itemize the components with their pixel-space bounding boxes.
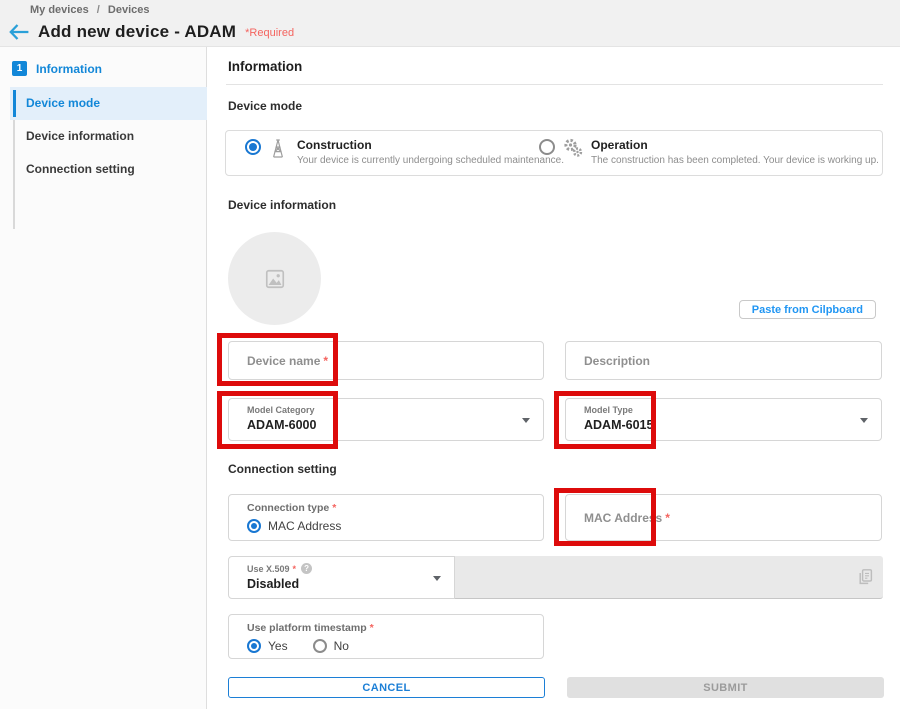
yes-option-label: Yes — [268, 639, 288, 653]
connection-type-required-asterisk: * — [332, 502, 336, 514]
chevron-down-icon — [860, 418, 868, 423]
sidebar-item-connection-setting[interactable]: Connection setting — [10, 153, 207, 186]
radio-mac-address-selected[interactable] — [247, 519, 261, 533]
mode-construction-label: Construction — [297, 138, 564, 152]
device-image-upload[interactable] — [228, 232, 321, 325]
use-x509-value: Disabled — [247, 577, 454, 591]
step-number-badge: 1 — [12, 61, 27, 76]
model-category-select[interactable]: Model Category ADAM-6000 — [228, 398, 544, 441]
radio-no-unselected[interactable] — [313, 639, 327, 653]
platform-timestamp-label: Use platform timestamp — [247, 622, 367, 634]
model-type-select[interactable]: Model Type ADAM-6015 — [565, 398, 882, 441]
mode-option-operation[interactable]: Operation The construction has been comp… — [539, 138, 879, 166]
device-mode-heading: Device mode — [228, 99, 302, 113]
mode-operation-label: Operation — [591, 138, 879, 152]
model-category-label: Model Category — [247, 405, 543, 415]
connection-type-group: Connection type * MAC Address — [228, 494, 544, 541]
description-placeholder: Description — [584, 354, 650, 368]
cancel-button[interactable]: CANCEL — [228, 677, 545, 698]
device-name-required-asterisk: * — [323, 354, 328, 368]
mac-address-input[interactable]: MAC Address * — [565, 494, 882, 541]
mac-address-option-label: MAC Address — [268, 519, 341, 533]
device-mode-card: Construction Your device is currently un… — [225, 130, 883, 176]
description-input[interactable]: Description — [565, 341, 882, 380]
model-category-value: ADAM-6000 — [247, 418, 543, 432]
operation-gears-icon — [563, 138, 583, 158]
copy-icon — [857, 568, 873, 591]
mode-construction-description: Your device is currently undergoing sche… — [297, 155, 564, 166]
platform-timestamp-required-asterisk: * — [370, 622, 374, 634]
mac-address-placeholder: MAC Address — [584, 511, 662, 525]
sidebar-item-device-mode[interactable]: Device mode — [10, 87, 207, 120]
use-x509-select[interactable]: Use X.509 * ? Disabled — [228, 556, 455, 599]
image-placeholder-icon — [264, 268, 286, 290]
header-bar: My devices / Devices Add new device - AD… — [0, 0, 900, 47]
connection-type-label: Connection type — [247, 502, 329, 514]
chevron-down-icon — [433, 576, 441, 581]
model-type-value: ADAM-6015 — [584, 418, 881, 432]
back-arrow-icon[interactable] — [9, 24, 29, 40]
radio-construction-selected[interactable] — [245, 139, 261, 155]
connection-setting-heading: Connection setting — [228, 462, 337, 476]
required-note: *Required — [245, 27, 294, 39]
step-label: Information — [36, 62, 102, 76]
submit-button-disabled[interactable]: SUBMIT — [567, 677, 884, 698]
certificate-textarea-disabled — [455, 556, 883, 599]
mac-address-required-asterisk: * — [665, 511, 670, 525]
breadcrumb-my-devices[interactable]: My devices — [30, 4, 89, 16]
breadcrumb: My devices / Devices — [30, 4, 149, 16]
breadcrumb-devices: Devices — [108, 4, 150, 16]
section-divider — [226, 84, 883, 85]
device-information-heading: Device information — [228, 198, 336, 212]
steps-sidebar: 1 Information Device mode Device informa… — [0, 47, 207, 709]
mode-option-construction[interactable]: Construction Your device is currently un… — [245, 138, 564, 166]
page-title: Add new device - ADAM — [38, 22, 236, 42]
device-name-placeholder: Device name — [247, 354, 320, 368]
construction-tower-icon — [269, 138, 289, 158]
radio-yes-selected[interactable] — [247, 639, 261, 653]
section-heading-information: Information — [228, 59, 302, 74]
device-name-input[interactable]: Device name * — [228, 341, 544, 380]
chevron-down-icon — [522, 418, 530, 423]
breadcrumb-separator: / — [97, 4, 100, 16]
step-information[interactable]: 1 Information — [12, 61, 102, 76]
form-panel: Information Device mode Construction You… — [208, 47, 900, 709]
paste-from-clipboard-button[interactable]: Paste from Cilpboard — [739, 300, 876, 319]
platform-timestamp-group: Use platform timestamp * Yes No — [228, 614, 544, 659]
mode-operation-description: The construction has been completed. You… — [591, 155, 879, 166]
model-type-label: Model Type — [584, 405, 881, 415]
use-x509-required-asterisk: * — [293, 564, 297, 574]
radio-operation-unselected[interactable] — [539, 139, 555, 155]
no-option-label: No — [334, 639, 349, 653]
sidebar-item-device-information[interactable]: Device information — [10, 120, 207, 153]
use-x509-label: Use X.509 — [247, 564, 290, 574]
help-icon: ? — [301, 563, 312, 574]
